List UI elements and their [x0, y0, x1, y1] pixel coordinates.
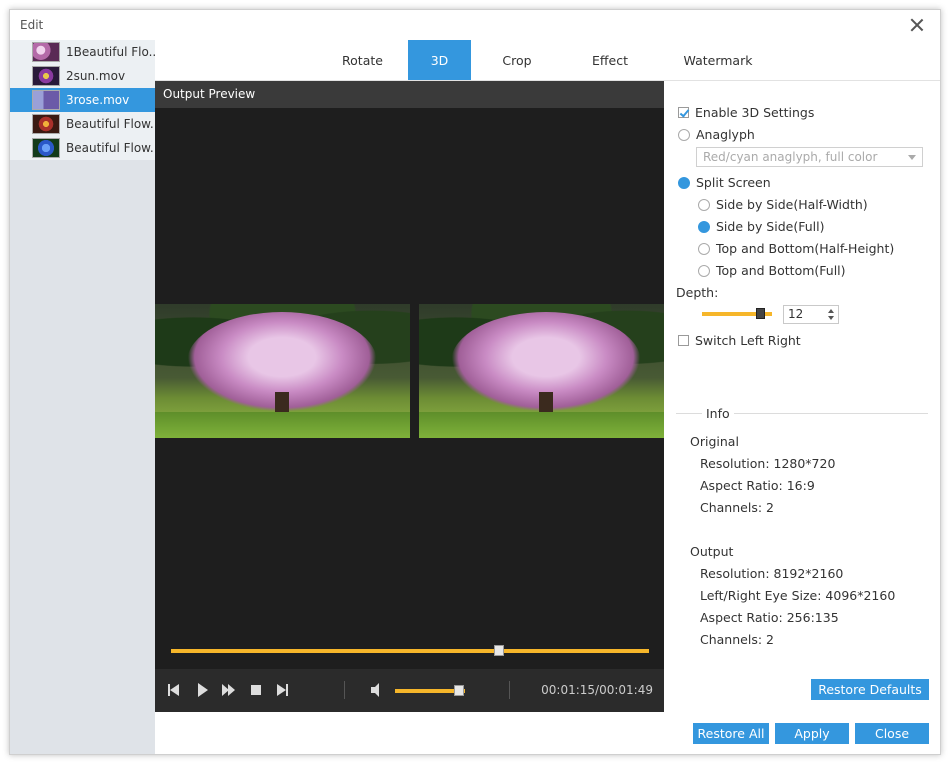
split-screen-label: Split Screen: [696, 175, 771, 190]
info-title: Info: [702, 406, 734, 421]
progress-slider[interactable]: [171, 645, 649, 656]
tab-effect[interactable]: Effect: [575, 40, 645, 80]
volume-slider[interactable]: [395, 685, 465, 696]
enable-3d-checkbox[interactable]: [678, 107, 689, 118]
file-name: 2sun.mov: [66, 69, 126, 83]
top-bottom-full-radio[interactable]: [698, 264, 710, 277]
anaglyph-type-value: Red/cyan anaglyph, full color: [703, 150, 878, 164]
top-bottom-full-label: Top and Bottom(Full): [716, 263, 846, 278]
window-title: Edit: [20, 18, 44, 32]
file-item-4[interactable]: Beautiful Flow...: [10, 112, 155, 136]
spin-down-icon[interactable]: [828, 316, 834, 320]
volume-icon[interactable]: [370, 683, 384, 697]
preview-left-frame: [155, 304, 410, 438]
preview-right-frame: [419, 304, 664, 438]
top-bottom-half-label: Top and Bottom(Half-Height): [716, 241, 895, 256]
time-display: 00:01:15/00:01:49: [541, 683, 653, 697]
side-by-side-half-radio[interactable]: [698, 198, 710, 211]
progress-handle[interactable]: [494, 645, 504, 656]
file-item-3[interactable]: 3rose.mov: [10, 88, 155, 112]
depth-label: Depth:: [676, 285, 719, 300]
fast-forward-icon[interactable]: [222, 683, 236, 697]
thumbnail-icon: [32, 138, 60, 158]
output-channels: Channels: 2: [700, 632, 774, 647]
title-bar: Edit: [10, 10, 940, 40]
switch-left-right-row[interactable]: Switch Left Right: [678, 333, 801, 348]
thumbnail-icon: [32, 42, 60, 62]
file-name: 1Beautiful Flo...: [66, 45, 155, 59]
play-icon[interactable]: [195, 683, 209, 697]
file-item-5[interactable]: Beautiful Flow...: [10, 136, 155, 160]
thumbnail-icon: [32, 114, 60, 134]
preview-header: Output Preview: [155, 81, 664, 108]
file-name: Beautiful Flow...: [66, 141, 155, 155]
divider: [344, 681, 345, 699]
side-by-side-full-label: Side by Side(Full): [716, 219, 825, 234]
apply-button[interactable]: Apply: [775, 723, 849, 744]
output-aspect-ratio: Aspect Ratio: 256:135: [700, 610, 839, 625]
divider: [509, 681, 510, 699]
file-name: Beautiful Flow...: [66, 117, 155, 131]
restore-all-button[interactable]: Restore All: [693, 723, 769, 744]
side-by-side-half-row[interactable]: Side by Side(Half-Width): [698, 197, 868, 212]
output-preview: Output Preview 00:01:15/00:01:49: [155, 81, 664, 712]
thumbnail-icon: [32, 90, 60, 110]
top-bottom-half-row[interactable]: Top and Bottom(Half-Height): [698, 241, 894, 256]
anaglyph-type-select[interactable]: Red/cyan anaglyph, full color: [696, 147, 923, 167]
depth-slider[interactable]: [702, 308, 809, 319]
original-channels: Channels: 2: [700, 500, 774, 515]
next-icon[interactable]: [275, 683, 289, 697]
switch-left-right-label: Switch Left Right: [695, 333, 801, 348]
file-item-2[interactable]: 2sun.mov: [10, 64, 155, 88]
depth-value: 12: [788, 307, 804, 321]
chevron-down-icon: [908, 155, 916, 160]
thumbnail-icon: [32, 66, 60, 86]
output-resolution: Resolution: 8192*2160: [700, 566, 844, 581]
original-heading: Original: [690, 434, 739, 449]
side-by-side-half-label: Side by Side(Half-Width): [716, 197, 868, 212]
original-aspect-ratio: Aspect Ratio: 16:9: [700, 478, 815, 493]
tab-watermark[interactable]: Watermark: [675, 40, 761, 80]
spin-up-icon[interactable]: [828, 309, 834, 313]
tab-rotate[interactable]: Rotate: [320, 40, 405, 80]
tab-crop[interactable]: Crop: [485, 40, 549, 80]
volume-handle[interactable]: [454, 685, 464, 696]
anaglyph-radio[interactable]: [678, 128, 690, 141]
split-screen-row[interactable]: Split Screen: [678, 175, 771, 190]
edit-dialog: Edit 1Beautiful Flo... 2sun.mov 3rose.mo…: [9, 9, 941, 755]
switch-left-right-checkbox[interactable]: [678, 335, 689, 346]
close-button[interactable]: Close: [855, 723, 929, 744]
tab-bar: Rotate 3D Crop Effect Watermark: [155, 40, 940, 81]
dialog-footer: Restore All Apply Close: [155, 712, 940, 754]
output-heading: Output: [690, 544, 734, 559]
top-bottom-half-radio[interactable]: [698, 242, 710, 255]
previous-icon[interactable]: [167, 683, 181, 697]
depth-stepper[interactable]: 12: [783, 305, 839, 324]
file-list: 1Beautiful Flo... 2sun.mov 3rose.mov Bea…: [10, 40, 155, 754]
side-by-side-full-radio[interactable]: [698, 220, 710, 233]
3d-settings-panel: Enable 3D Settings Anaglyph Red/cyan ana…: [664, 81, 940, 712]
file-item-1[interactable]: 1Beautiful Flo...: [10, 40, 155, 64]
anaglyph-label: Anaglyph: [696, 127, 755, 142]
close-icon[interactable]: [906, 14, 928, 36]
enable-3d-label: Enable 3D Settings: [695, 105, 815, 120]
side-by-side-full-row[interactable]: Side by Side(Full): [698, 219, 824, 234]
split-screen-radio[interactable]: [678, 176, 690, 189]
file-name: 3rose.mov: [66, 93, 130, 107]
playback-controls: 00:01:15/00:01:49: [155, 669, 664, 712]
output-eye-size: Left/Right Eye Size: 4096*2160: [700, 588, 896, 603]
enable-3d-row[interactable]: Enable 3D Settings: [678, 105, 814, 120]
original-resolution: Resolution: 1280*720: [700, 456, 836, 471]
stop-icon[interactable]: [249, 683, 263, 697]
top-bottom-full-row[interactable]: Top and Bottom(Full): [698, 263, 846, 278]
anaglyph-row[interactable]: Anaglyph: [678, 127, 755, 142]
restore-defaults-button[interactable]: Restore Defaults: [811, 679, 929, 700]
tab-3d[interactable]: 3D: [408, 40, 471, 80]
depth-handle[interactable]: [756, 308, 765, 319]
